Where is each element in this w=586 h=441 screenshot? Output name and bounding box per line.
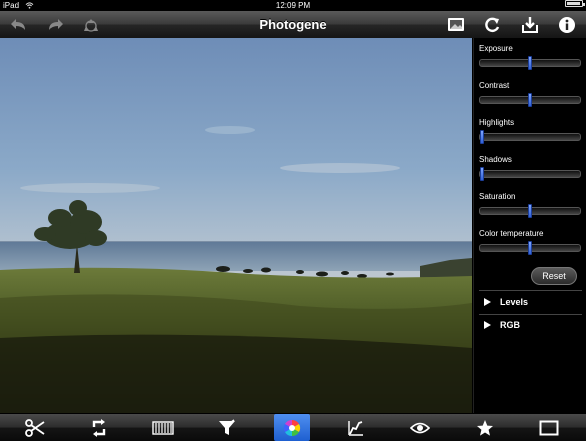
slider-saturation: Saturation (479, 192, 581, 218)
frames-icon[interactable] (145, 414, 181, 441)
nav-bar: Photogene (0, 11, 586, 39)
slider-label-saturation: Saturation (479, 192, 516, 201)
clock: 12:09 PM (275, 1, 311, 10)
divider (479, 290, 582, 291)
rotate-icon[interactable] (81, 414, 117, 441)
photo-canvas[interactable] (0, 38, 472, 413)
slider-label-shadows: Shadows (479, 155, 512, 164)
refresh-icon[interactable] (481, 14, 503, 35)
highlights-track[interactable] (479, 130, 581, 144)
divider (479, 314, 582, 315)
shadows-thumb[interactable] (480, 167, 484, 181)
section-label-rgb: RGB (500, 320, 520, 330)
battery-indicator (565, 0, 585, 7)
disclosure-triangle-icon (484, 298, 491, 306)
section-rgb[interactable]: RGB (484, 320, 520, 330)
info-icon[interactable] (556, 14, 578, 35)
exposure-track[interactable] (479, 56, 581, 70)
contrast-thumb[interactable] (528, 93, 532, 107)
curves-icon[interactable] (338, 414, 374, 441)
highlights-thumb[interactable] (480, 130, 484, 144)
slider-color-temperature: Color temperature (479, 229, 581, 255)
photo-image (0, 38, 472, 413)
adjustments-panel: Exposure Contrast Highlights Shadows Sat… (473, 38, 586, 413)
section-label-levels: Levels (500, 297, 529, 307)
slider-label-color-temperature: Color temperature (479, 229, 544, 238)
status-bar: iPad 12:09 PM (0, 0, 586, 11)
eye-icon[interactable] (402, 414, 438, 441)
reset-button[interactable]: Reset (531, 267, 577, 285)
color-temperature-track[interactable] (479, 241, 581, 255)
image-icon[interactable] (445, 14, 467, 35)
exposure-thumb[interactable] (528, 56, 532, 70)
slider-label-highlights: Highlights (479, 118, 515, 127)
square-icon[interactable] (531, 414, 567, 441)
filter-icon[interactable] (209, 414, 245, 441)
slider-highlights: Highlights (479, 118, 581, 144)
battery-icon (565, 0, 585, 7)
saturation-track[interactable] (479, 204, 581, 218)
contrast-track[interactable] (479, 93, 581, 107)
saturation-thumb[interactable] (528, 204, 532, 218)
slider-exposure: Exposure (479, 44, 581, 70)
color-wheel-icon[interactable] (274, 414, 310, 441)
section-levels[interactable]: Levels (484, 297, 528, 307)
slider-label-exposure: Exposure (479, 44, 513, 53)
slider-shadows: Shadows (479, 155, 581, 181)
disclosure-triangle-icon (484, 321, 491, 329)
bottom-toolbar (0, 413, 586, 441)
shadows-track[interactable] (479, 167, 581, 181)
slider-contrast: Contrast (479, 81, 581, 107)
save-icon[interactable] (519, 14, 541, 35)
slider-label-contrast: Contrast (479, 81, 510, 90)
color-temperature-thumb[interactable] (528, 241, 532, 255)
scissors-icon[interactable] (17, 414, 53, 441)
star-icon[interactable] (467, 414, 503, 441)
